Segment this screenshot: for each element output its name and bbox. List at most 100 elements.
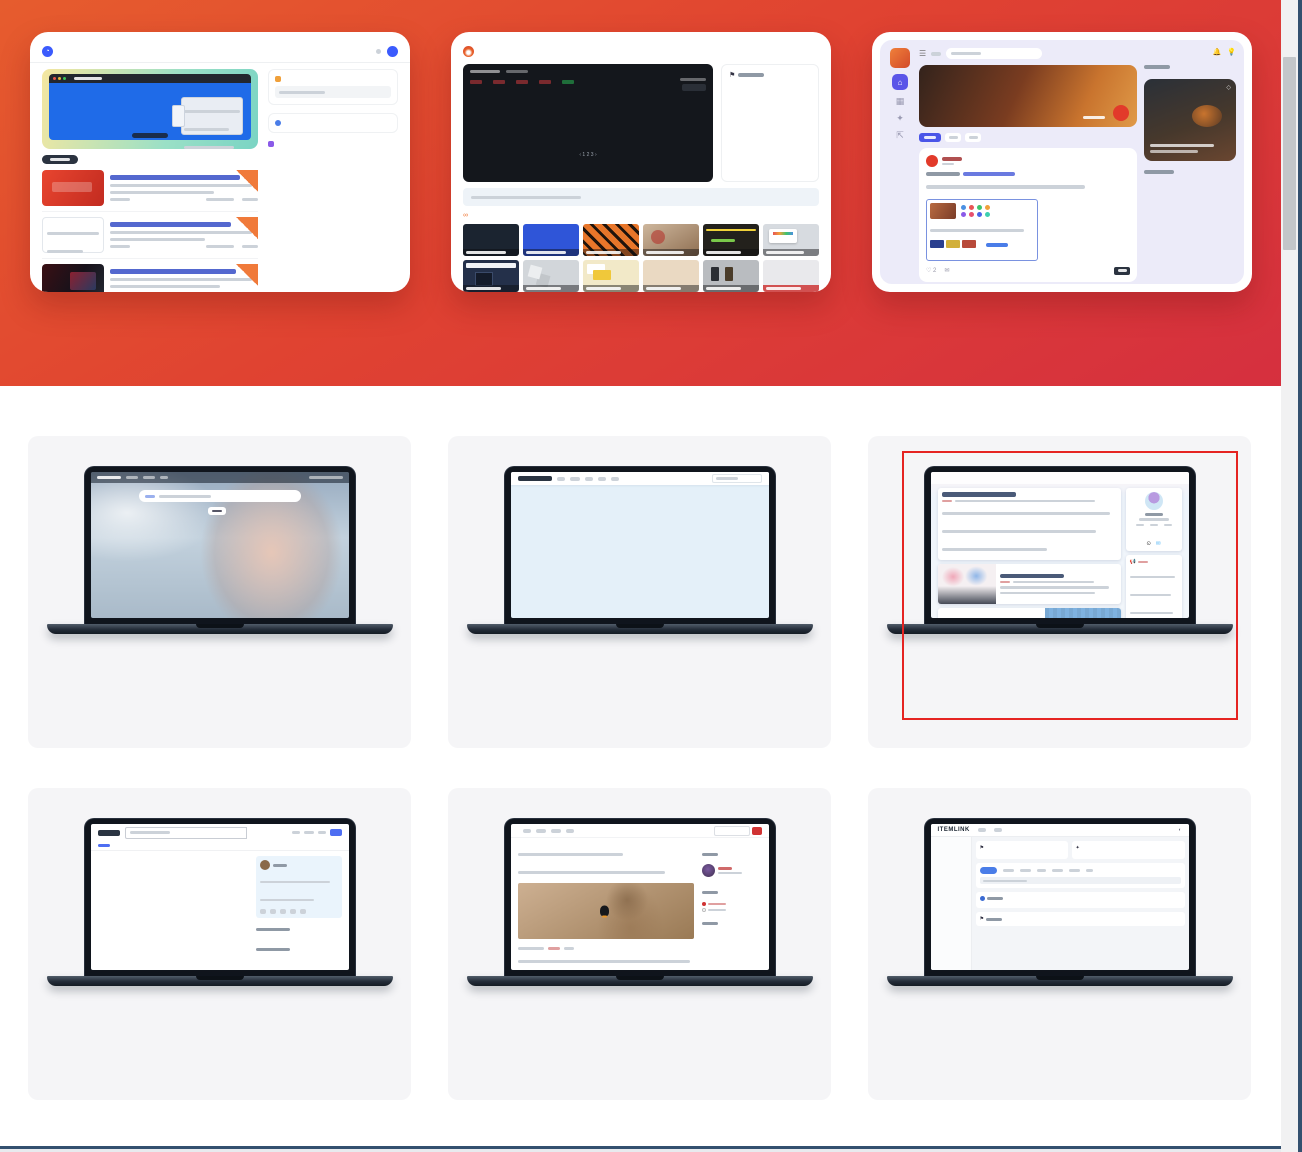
search-bar[interactable] — [463, 188, 819, 206]
resource-tile[interactable] — [583, 260, 639, 292]
follow-button[interactable] — [1132, 530, 1176, 538]
blog-search-input[interactable] — [712, 474, 762, 483]
laptop-mockup: ITEMLINK ◐ ⚑ — [868, 818, 1251, 986]
star-icon[interactable]: ✦ — [896, 113, 904, 124]
page: ◔ — [0, 0, 1302, 1152]
search-input[interactable] — [714, 826, 750, 836]
news-panel — [976, 892, 1185, 908]
refresh-icon[interactable]: ◇ — [1226, 84, 1231, 91]
search-input[interactable] — [125, 827, 247, 839]
daily-card[interactable]: ◇ — [1144, 79, 1236, 161]
ribbon-icon — [236, 264, 258, 286]
search-results — [98, 856, 248, 958]
featured-screenshot-xiaoye-blog[interactable]: ◔ — [30, 32, 410, 292]
menu-icon[interactable]: ☰ — [919, 49, 926, 58]
resource-tile[interactable] — [703, 224, 759, 256]
search-input[interactable] — [980, 877, 1181, 884]
mail-icon[interactable]: ✉ — [1156, 541, 1161, 547]
filter-pill[interactable] — [965, 133, 981, 142]
browser-scrollbar[interactable] — [1281, 0, 1298, 1152]
resource-tile[interactable] — [523, 224, 579, 256]
bar-chart — [470, 96, 706, 148]
tux-icon — [600, 906, 609, 917]
author-card[interactable]: ⊙✉ — [1126, 488, 1182, 551]
filter-pill[interactable] — [945, 133, 961, 142]
featured-screenshot-liehuo-design[interactable]: ‹ 1 2 3 › ⚑ ∞ — [451, 32, 831, 292]
forum-search-input[interactable] — [946, 48, 1042, 59]
pi-badge — [1113, 105, 1129, 121]
post-card-grid — [511, 485, 769, 495]
category-tab-active[interactable] — [208, 507, 226, 515]
scrollbar-up-icon[interactable] — [1281, 3, 1298, 18]
search-button[interactable] — [247, 827, 275, 839]
laptop-mockup — [28, 818, 411, 986]
article-item[interactable] — [42, 170, 258, 212]
resource-tile[interactable] — [703, 260, 759, 292]
anime-thumbnail — [938, 564, 996, 604]
window-right-border — [1298, 0, 1302, 1152]
post-card[interactable] — [938, 488, 1121, 560]
article-item[interactable] — [42, 264, 258, 292]
ribbon-icon — [236, 217, 258, 239]
theme-card-xiao[interactable] — [448, 436, 831, 748]
recommend-panel: ⚑ — [976, 912, 1185, 926]
notice-card: 📢 — [1126, 555, 1182, 618]
filter-pill-active[interactable] — [919, 133, 941, 142]
home-icon[interactable]: ⌂ — [892, 74, 908, 90]
search-input[interactable] — [275, 86, 391, 98]
laptop-base — [467, 976, 813, 986]
scrollbar-thumb[interactable] — [1283, 57, 1296, 250]
tag-pill-active[interactable] — [42, 155, 78, 164]
featured-image-linux[interactable] — [518, 883, 694, 939]
theme-grid: ⊙✉ 📢 ↻ — [0, 436, 1302, 1100]
theme-card-beaconnav[interactable] — [28, 436, 411, 748]
moon-icon[interactable]: ◐ — [1178, 827, 1181, 833]
post-card[interactable] — [938, 564, 1121, 604]
forum-post-card[interactable]: ♡ 2✉ — [919, 148, 1137, 282]
resource-tile[interactable] — [523, 260, 579, 292]
search-tab-active[interactable] — [980, 867, 997, 874]
apps-icon[interactable]: ▦ — [896, 96, 905, 107]
forum-avatar[interactable] — [890, 48, 910, 68]
search-panel — [976, 863, 1185, 888]
nav-search-bar[interactable] — [139, 490, 301, 502]
pagination-dots[interactable]: ‹ 1 2 3 › — [579, 152, 596, 158]
xiaoye-logo-icon: ◔ — [42, 46, 53, 57]
phone-illustration — [172, 105, 185, 127]
sidebar-menu — [931, 837, 972, 970]
bell-icon[interactable]: 🔔 — [1213, 48, 1222, 56]
theme-card-item[interactable]: ITEMLINK ◐ ⚑ — [868, 788, 1251, 1100]
post-card[interactable] — [938, 608, 1121, 618]
profile-card — [256, 856, 342, 918]
author-avatar — [1145, 492, 1163, 510]
stat-bounce — [539, 78, 551, 84]
featured-screenshot-pi-community[interactable]: ⌂ ▦ ✦ ⇱ ☰ — [872, 32, 1252, 292]
resource-category-panel: ⚑ — [721, 64, 819, 182]
resource-tile[interactable] — [643, 224, 699, 256]
article-item[interactable] — [42, 217, 258, 259]
search-button[interactable] — [752, 827, 762, 835]
hero-slider — [42, 69, 258, 149]
github-icon[interactable]: ⊙ — [1146, 541, 1151, 547]
reply-button[interactable] — [1114, 267, 1130, 275]
resource-tile[interactable] — [463, 260, 519, 292]
resource-tile[interactable] — [763, 260, 819, 292]
scrollbar-down-icon[interactable] — [1281, 1126, 1298, 1141]
theme-card-butterfly[interactable]: ⊙✉ 📢 ↻ — [868, 436, 1251, 748]
stat-views — [516, 78, 528, 84]
theme-card-facile[interactable] — [448, 788, 831, 1100]
hero-banner-section: ◔ — [0, 0, 1302, 386]
laptop-base — [887, 624, 1233, 634]
resource-tile[interactable] — [643, 260, 699, 292]
avatar — [387, 46, 398, 57]
laptop-base — [467, 624, 813, 634]
share-icon[interactable]: ⇱ — [896, 130, 904, 141]
stat-visits — [493, 78, 505, 84]
theme-card-xqink[interactable] — [28, 788, 411, 1100]
resource-tile[interactable] — [463, 224, 519, 256]
laptop-illustration — [181, 97, 243, 135]
forum-banner[interactable] — [919, 65, 1137, 127]
bulb-icon[interactable]: 💡 — [1227, 48, 1236, 56]
resource-tile[interactable] — [583, 224, 639, 256]
resource-tile[interactable] — [763, 224, 819, 256]
